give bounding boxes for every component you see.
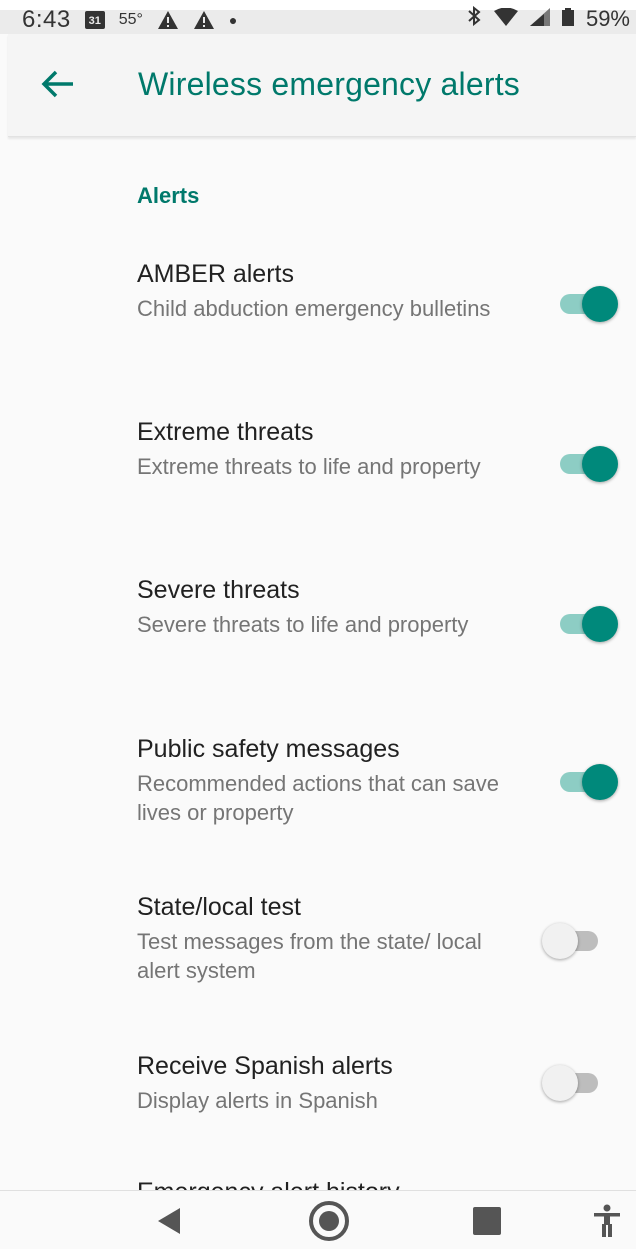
arrow-back-icon bbox=[40, 69, 76, 104]
accessibility-icon bbox=[592, 1204, 622, 1243]
app-bar: Wireless emergency alerts bbox=[8, 34, 636, 137]
status-right: 59% bbox=[466, 5, 630, 32]
back-button[interactable] bbox=[36, 64, 80, 108]
pref-title: Severe threats bbox=[137, 576, 300, 604]
severe-threats-toggle[interactable] bbox=[558, 602, 618, 642]
pref-summary: Recommended actions that can save lives … bbox=[137, 771, 499, 825]
pref-title: State/local test bbox=[137, 893, 301, 921]
pref-extreme-threats[interactable]: Extreme threats Extreme threats to life … bbox=[0, 418, 636, 568]
nav-back-button[interactable] bbox=[144, 1201, 194, 1245]
pref-emergency-alert-history[interactable]: Emergency alert history bbox=[137, 1178, 400, 1190]
toggle-thumb bbox=[582, 286, 618, 322]
bluetooth-icon bbox=[466, 5, 482, 32]
nav-recents-icon bbox=[473, 1206, 501, 1240]
status-time: 6:43 bbox=[22, 6, 71, 33]
pref-state-local-test[interactable]: State/local test Test messages from the … bbox=[0, 893, 636, 1043]
system-nav-bar bbox=[0, 1190, 636, 1249]
toggle-thumb bbox=[582, 606, 618, 642]
status-bar: 6:43 31 55° ● 59% bbox=[0, 0, 636, 34]
receive-spanish-alerts-toggle[interactable] bbox=[542, 1061, 604, 1101]
pref-summary: Extreme threats to life and property bbox=[137, 454, 481, 479]
amber-alerts-toggle[interactable] bbox=[558, 282, 618, 322]
warning-icon bbox=[157, 10, 179, 30]
section-header-alerts: Alerts bbox=[137, 183, 200, 208]
toggle-thumb bbox=[542, 923, 578, 959]
notification-dot-icon: ● bbox=[228, 12, 238, 28]
pref-public-safety-messages[interactable]: Public safety messages Recommended actio… bbox=[0, 735, 636, 885]
battery-icon bbox=[561, 6, 574, 32]
pref-summary: Severe threats to life and property bbox=[137, 612, 469, 637]
temperature-text: 55° bbox=[118, 11, 143, 28]
nav-home-icon bbox=[308, 1200, 350, 1247]
pref-amber-alerts[interactable]: AMBER alerts Child abduction emergency b… bbox=[0, 260, 636, 410]
toggle-thumb bbox=[582, 446, 618, 482]
pref-title: Receive Spanish alerts bbox=[137, 1052, 393, 1080]
pref-title: Extreme threats bbox=[137, 418, 314, 446]
pref-title: AMBER alerts bbox=[137, 260, 294, 288]
toggle-thumb bbox=[582, 764, 618, 800]
pref-severe-threats[interactable]: Severe threats Severe threats to life an… bbox=[0, 576, 636, 726]
pref-summary: Child abduction emergency bulletins bbox=[137, 296, 491, 321]
cell-signal-icon bbox=[529, 6, 550, 32]
nav-home-button[interactable] bbox=[304, 1200, 354, 1247]
accessibility-button[interactable] bbox=[582, 1201, 632, 1245]
status-left: 6:43 31 55° ● bbox=[22, 6, 237, 34]
pref-summary: Display alerts in Spanish bbox=[137, 1088, 378, 1113]
page-title: Wireless emergency alerts bbox=[138, 66, 520, 102]
extreme-threats-toggle[interactable] bbox=[558, 442, 618, 482]
calendar-icon: 31 bbox=[84, 11, 105, 29]
nav-back-icon bbox=[156, 1206, 182, 1241]
nav-recents-button[interactable] bbox=[462, 1201, 512, 1245]
warning-icon bbox=[193, 10, 215, 30]
state-local-test-toggle[interactable] bbox=[542, 919, 604, 959]
wifi-icon bbox=[493, 6, 518, 32]
public-safety-messages-toggle[interactable] bbox=[558, 760, 618, 800]
battery-percentage: 59% bbox=[585, 6, 630, 31]
toggle-thumb bbox=[542, 1065, 578, 1101]
pref-summary: Test messages from the state/ local aler… bbox=[137, 929, 482, 983]
pref-title: Public safety messages bbox=[137, 735, 400, 763]
